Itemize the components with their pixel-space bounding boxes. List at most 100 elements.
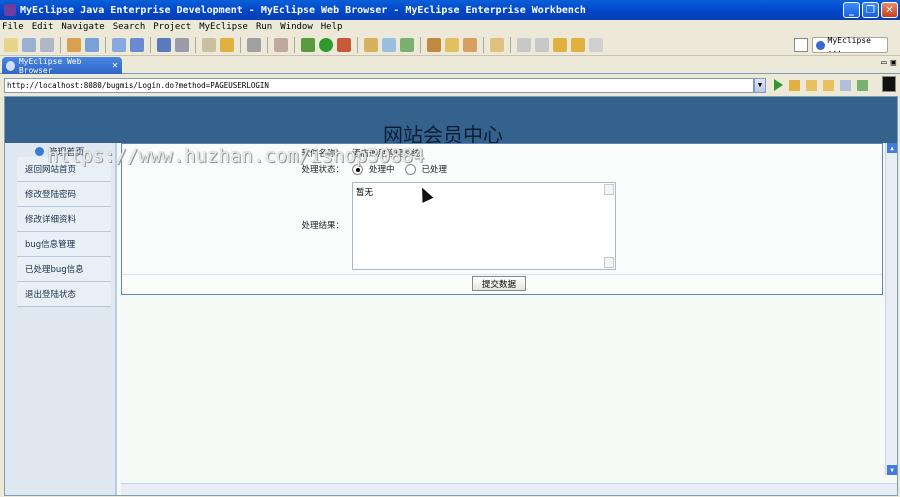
debug-icon[interactable] bbox=[301, 37, 315, 52]
site-banner: 网站会员中心 bbox=[5, 97, 897, 147]
toolbar-separator bbox=[483, 36, 484, 53]
menu-search[interactable]: Search bbox=[113, 22, 146, 32]
color-swatch[interactable] bbox=[882, 76, 896, 92]
go-icon[interactable] bbox=[774, 79, 783, 91]
toolbar-separator bbox=[357, 36, 358, 53]
submit-button[interactable]: 提交数据 bbox=[472, 276, 526, 291]
restore-button[interactable]: ❐ bbox=[862, 2, 879, 18]
menu-edit[interactable]: Edit bbox=[32, 22, 54, 32]
run-icon[interactable] bbox=[319, 37, 333, 52]
sidebar-item-resolved-bugs[interactable]: 已处理bug信息 bbox=[17, 257, 111, 282]
perspective-label: MyEclipse ... bbox=[827, 36, 871, 54]
new-package-icon[interactable] bbox=[382, 37, 396, 52]
back-icon[interactable] bbox=[553, 37, 567, 52]
annotation-prev-icon[interactable] bbox=[517, 37, 531, 52]
minimize-view-icon[interactable]: ▭ bbox=[881, 58, 886, 68]
browser-nav-icons bbox=[774, 79, 868, 91]
window-title: MyEclipse Java Enterprise Development - … bbox=[20, 4, 586, 16]
browser-url-bar: ▼ bbox=[0, 74, 900, 96]
history-icon[interactable] bbox=[589, 37, 603, 52]
search-icon[interactable] bbox=[463, 37, 477, 52]
menu-help[interactable]: Help bbox=[321, 22, 343, 32]
toolbar-separator bbox=[240, 36, 241, 53]
annotation-next-icon[interactable] bbox=[535, 37, 549, 52]
open-type-icon[interactable] bbox=[427, 37, 441, 52]
result-textarea[interactable]: 暂无 bbox=[352, 182, 616, 270]
forward-icon[interactable] bbox=[571, 37, 585, 52]
close-tab-icon[interactable]: ✕ bbox=[112, 60, 118, 71]
globe-icon[interactable] bbox=[175, 37, 189, 52]
deploy-icon[interactable] bbox=[85, 37, 99, 52]
view-controls: ▭ ▣ bbox=[881, 58, 896, 68]
perspective-switcher[interactable]: MyEclipse ... bbox=[812, 36, 888, 54]
textarea-scroll-down[interactable] bbox=[604, 257, 614, 268]
server-icon[interactable] bbox=[112, 37, 126, 52]
tab-label: MyEclipse Web Browser bbox=[18, 56, 82, 75]
sidebar-item-bug-management[interactable]: bug信息管理 bbox=[17, 232, 111, 257]
textarea-scroll-up[interactable] bbox=[604, 184, 614, 195]
open-perspective-button[interactable] bbox=[794, 38, 808, 52]
watermark-text: https://www.huzhan.com/ishop30884 bbox=[47, 145, 425, 167]
launch-icon[interactable] bbox=[130, 37, 144, 52]
home-icon bbox=[35, 146, 45, 156]
new-icon[interactable] bbox=[4, 37, 18, 52]
db-icon[interactable] bbox=[157, 37, 171, 52]
result-label: 处理结果： bbox=[301, 221, 344, 231]
editor-tab-bar: MyEclipse Web Browser ✕ ▭ ▣ bbox=[0, 56, 900, 75]
toolbar-separator bbox=[60, 36, 61, 53]
folder-icon[interactable] bbox=[490, 37, 504, 52]
toolbar-separator bbox=[510, 36, 511, 53]
menu-window[interactable]: Window bbox=[280, 22, 313, 32]
url-dropdown-button[interactable]: ▼ bbox=[754, 77, 766, 93]
browser-icon bbox=[6, 60, 15, 71]
page-vertical-scrollbar[interactable]: ▲ ▼ bbox=[885, 143, 897, 475]
save-icon[interactable] bbox=[22, 37, 36, 52]
url-input[interactable] bbox=[4, 77, 754, 93]
menu-project[interactable]: Project bbox=[153, 22, 191, 32]
status-option-processed: 已处理 bbox=[421, 165, 448, 175]
scroll-up-icon[interactable]: ▲ bbox=[887, 143, 897, 153]
external-tools-icon[interactable] bbox=[337, 37, 351, 52]
menu-file[interactable]: File bbox=[2, 22, 24, 32]
sidebar-item-change-password[interactable]: 修改登陆密码 bbox=[17, 182, 111, 207]
stop-icon[interactable] bbox=[840, 79, 851, 91]
minimize-button[interactable]: _ bbox=[843, 2, 860, 18]
result-text: 暂无 bbox=[356, 188, 374, 198]
forward-icon[interactable] bbox=[823, 79, 834, 91]
menu-navigate[interactable]: Navigate bbox=[61, 22, 104, 32]
tab-web-browser[interactable]: MyEclipse Web Browser ✕ bbox=[2, 56, 122, 75]
build-icon[interactable] bbox=[67, 37, 81, 52]
toolbar-separator bbox=[267, 36, 268, 53]
result-row: 处理结果： bbox=[122, 219, 352, 233]
perspective-icon bbox=[816, 40, 825, 50]
maximize-view-icon[interactable]: ▣ bbox=[891, 58, 896, 68]
wizard-icon[interactable] bbox=[274, 37, 288, 52]
sidebar-item-edit-profile[interactable]: 修改详细资料 bbox=[17, 207, 111, 232]
form-divider bbox=[122, 274, 882, 275]
menu-myeclipse[interactable]: MyEclipse bbox=[199, 22, 248, 32]
sidebar-item-logout[interactable]: 退出登陆状态 bbox=[17, 282, 111, 307]
open-icon[interactable] bbox=[202, 37, 216, 52]
window-title-bar: MyEclipse Java Enterprise Development - … bbox=[0, 0, 900, 20]
scroll-down-icon[interactable]: ▼ bbox=[887, 465, 897, 475]
print-icon[interactable] bbox=[40, 37, 54, 52]
menu-run[interactable]: Run bbox=[256, 22, 272, 32]
toolbar-separator bbox=[105, 36, 106, 53]
toolbar-separator bbox=[420, 36, 421, 53]
toolbar-separator bbox=[150, 36, 151, 53]
window-controls: _ ❐ ✕ bbox=[843, 2, 898, 18]
myeclipse-icon bbox=[4, 4, 16, 16]
screen-icon[interactable] bbox=[247, 37, 261, 52]
pencil-icon[interactable] bbox=[445, 37, 459, 52]
refresh-icon[interactable] bbox=[857, 79, 868, 91]
close-button[interactable]: ✕ bbox=[881, 2, 898, 18]
favorites-icon[interactable] bbox=[789, 79, 800, 91]
refresh-icon[interactable] bbox=[400, 37, 414, 52]
package-icon[interactable] bbox=[220, 37, 234, 52]
new-class-icon[interactable] bbox=[364, 37, 378, 52]
toolbar-separator bbox=[195, 36, 196, 53]
page-horizontal-scrollbar[interactable] bbox=[121, 483, 897, 495]
member-sidebar: 管理首页 返回网站首页 修改登陆密码 修改详细资料 bug信息管理 已处理bug… bbox=[5, 143, 117, 495]
back-icon[interactable] bbox=[806, 79, 817, 91]
textarea-scrollbar[interactable] bbox=[604, 184, 614, 268]
